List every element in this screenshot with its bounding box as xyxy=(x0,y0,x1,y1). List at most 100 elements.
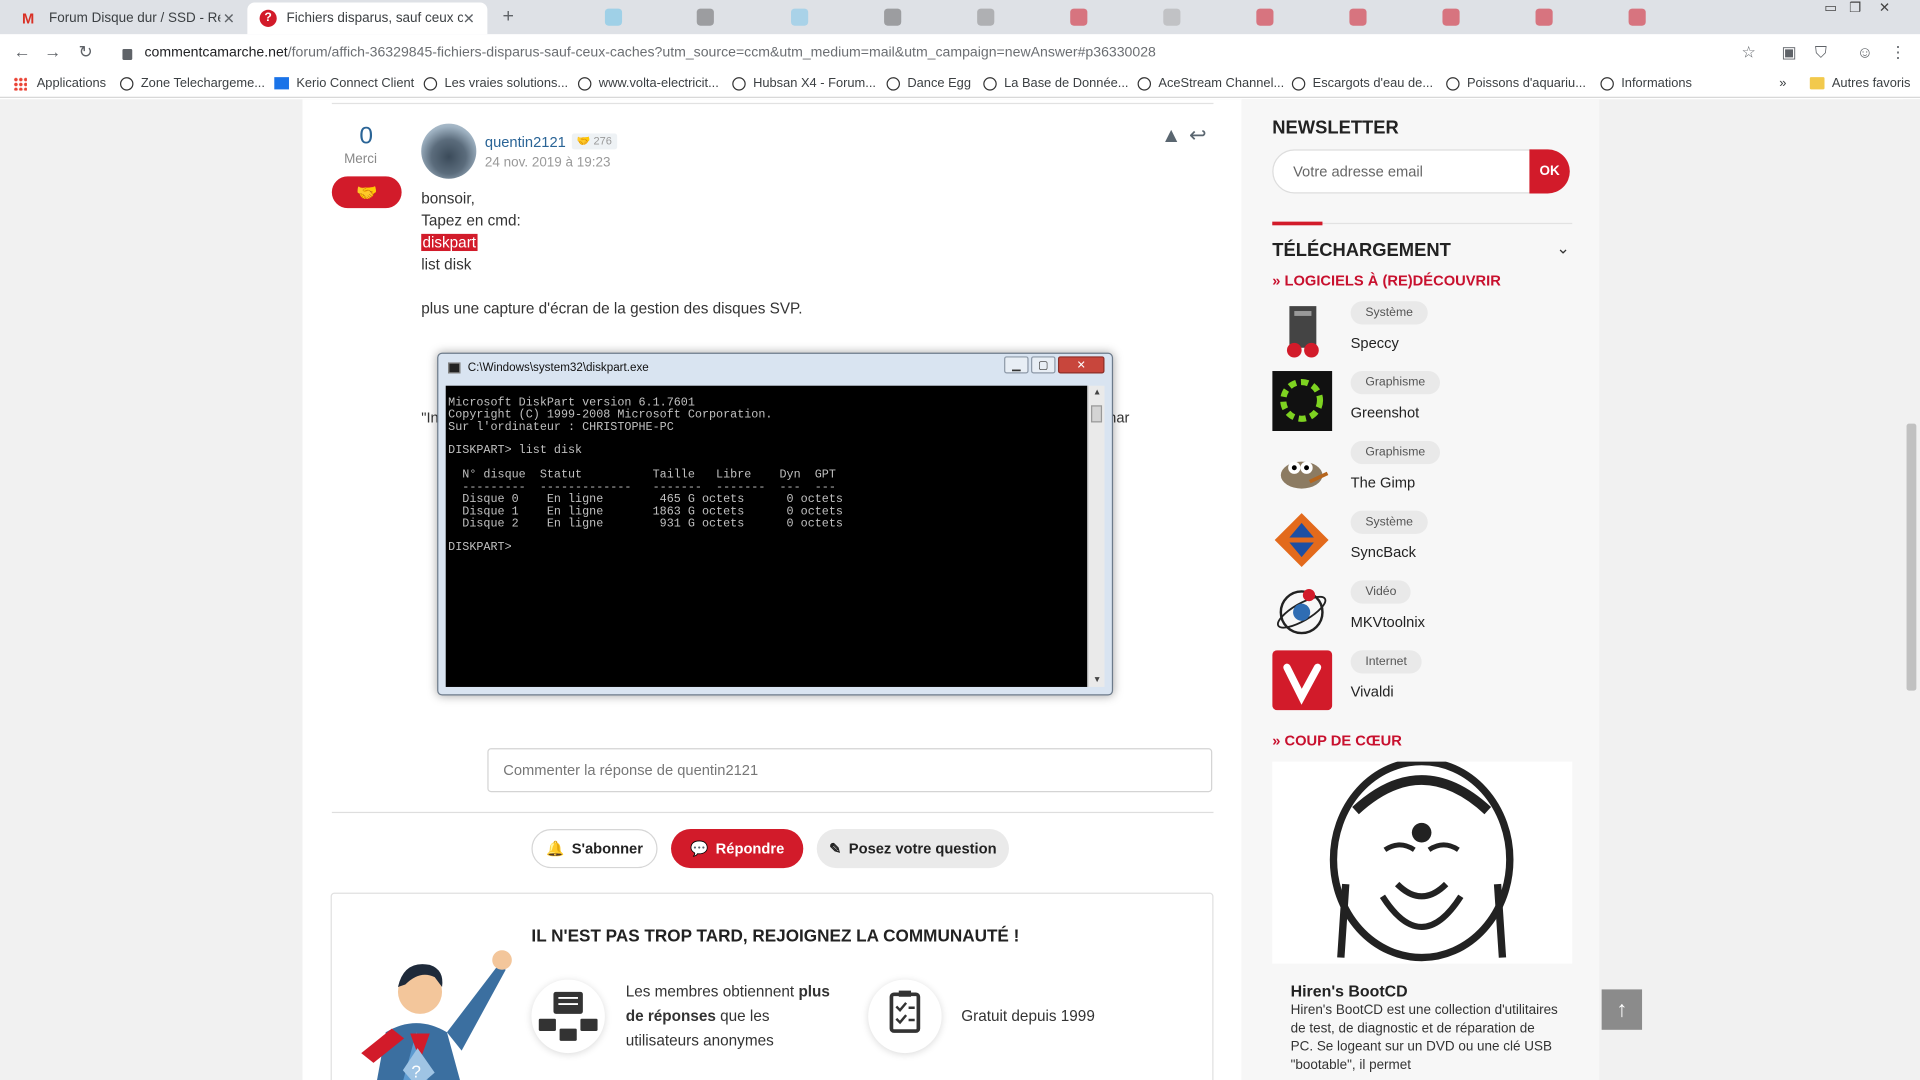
divider xyxy=(331,811,1214,814)
bookmark-item[interactable]: AceStream Channel... xyxy=(1137,76,1284,91)
menu-kebab-icon[interactable]: ⋮ xyxy=(1888,43,1908,63)
bookmark-item[interactable]: Escargots d'eau de... xyxy=(1291,76,1433,91)
globe-icon xyxy=(1137,76,1152,91)
software-item-speccy[interactable]: Système Speccy xyxy=(1272,301,1572,362)
software-item-gimp[interactable]: Graphisme The Gimp xyxy=(1272,440,1572,502)
blurred-tab-icon[interactable] xyxy=(1628,8,1646,26)
newsletter-email-input[interactable]: Votre adresse email xyxy=(1272,149,1532,194)
subscribe-button[interactable]: 🔔 S'abonner xyxy=(531,828,658,869)
software-item-greenshot[interactable]: Graphisme Greenshot xyxy=(1272,371,1572,432)
blurred-tab-icon[interactable] xyxy=(977,8,995,26)
shield-extension-icon[interactable]: ⛉ xyxy=(1811,43,1831,63)
close-window-button[interactable]: ✕ xyxy=(1871,0,1898,17)
bookmark-item[interactable]: Zone Telechargeme... xyxy=(120,76,265,91)
bookmarks-overflow-button[interactable]: » xyxy=(1779,76,1786,91)
bookmark-item[interactable]: www.volta-electricit... xyxy=(577,76,719,91)
newsletter-ok-button[interactable]: OK xyxy=(1529,149,1570,194)
favorite-description: Hiren's BootCD est une collection d'util… xyxy=(1290,1002,1558,1073)
reload-button[interactable]: ↻ xyxy=(75,42,97,63)
minimize-window-button[interactable]: ▭ xyxy=(1817,0,1844,17)
chevron-right-icon: » xyxy=(1779,75,1787,91)
software-name[interactable]: Vivaldi xyxy=(1351,683,1394,700)
respond-button[interactable]: 💬 Répondre xyxy=(671,828,804,869)
tab-forum[interactable]: ? Fichiers disparus, sauf ceux cach ✕ xyxy=(247,2,488,35)
section-label: LOGICIELS À (RE)DÉCOUVRIR xyxy=(1284,271,1501,289)
close-tab-icon[interactable]: ✕ xyxy=(223,10,235,27)
console-minimize-button: ▁ xyxy=(1004,356,1029,374)
tab-title: Fichiers disparus, sauf ceux cach xyxy=(286,11,463,26)
blurred-tab-icon[interactable] xyxy=(604,8,623,26)
bookmark-label: Les vraies solutions... xyxy=(444,75,569,91)
new-tab-button[interactable]: + xyxy=(495,5,522,29)
post-line: bonsoir, xyxy=(421,189,475,207)
software-name[interactable]: Greenshot xyxy=(1351,404,1420,421)
blurred-tab-icon[interactable] xyxy=(884,8,902,26)
bookmark-item[interactable]: Applications xyxy=(13,76,106,91)
blurred-tab-icon[interactable] xyxy=(1535,8,1553,26)
address-bar[interactable]: commentcamarche.net /forum/affich-363298… xyxy=(107,36,1774,69)
section-software-title[interactable]: » LOGICIELS À (RE)DÉCOUVRIR xyxy=(1272,272,1501,289)
blurred-tab-icon[interactable] xyxy=(1349,8,1367,26)
favorite-title[interactable]: Hiren's BootCD xyxy=(1291,982,1408,1000)
bookmark-item[interactable]: Dance Egg xyxy=(886,76,971,91)
comment-input[interactable]: Commenter la réponse de quentin2121 xyxy=(487,748,1213,793)
other-bookmarks-folder[interactable]: Autres favoris xyxy=(1809,76,1910,91)
section-favorite-title[interactable]: » COUP DE CŒUR xyxy=(1272,732,1402,749)
bookmark-item[interactable]: Informations xyxy=(1600,76,1692,91)
forum-content: 0 Merci 🤝 quentin2121 🤝 276 24 nov. 2019… xyxy=(302,99,1242,1080)
blurred-tab-icon[interactable] xyxy=(1442,8,1460,26)
divider xyxy=(331,102,1214,105)
software-name[interactable]: Speccy xyxy=(1351,334,1399,351)
reply-arrow-icon[interactable]: ↩ xyxy=(1189,124,1206,148)
tab-gmail[interactable]: M Forum Disque dur / SSD - Répon ✕ xyxy=(10,2,248,34)
close-tab-icon[interactable]: ✕ xyxy=(463,10,475,27)
chevron-down-icon[interactable]: ⌄ xyxy=(1556,239,1569,259)
page-viewport: 0 Merci 🤝 quentin2121 🤝 276 24 nov. 2019… xyxy=(0,99,1920,1080)
ask-question-button[interactable]: ✎ Posez votre question xyxy=(816,828,1009,869)
post-date: 24 nov. 2019 à 19:23 xyxy=(484,155,611,171)
respond-label: Répondre xyxy=(715,840,785,858)
software-name[interactable]: MKVtoolnix xyxy=(1351,613,1425,630)
console-line: Sur l'ordinateur : CHRISTOPHE-PC xyxy=(448,420,674,434)
scroll-to-top-button[interactable]: ↑ xyxy=(1601,989,1643,1030)
occluded-text-left: "In xyxy=(421,408,439,427)
bookmark-item[interactable]: Les vraies solutions... xyxy=(423,75,569,91)
scrollbar-thumb[interactable] xyxy=(1906,423,1917,691)
bookmark-label: Applications xyxy=(36,75,107,91)
blurred-tab-icon[interactable] xyxy=(1163,8,1181,26)
bookmark-item[interactable]: Poissons d'aquariu... xyxy=(1446,76,1586,91)
blurred-tab-icon[interactable] xyxy=(791,8,809,26)
scroll-down-icon: ▼ xyxy=(1092,675,1102,685)
bookmark-item[interactable]: Hubsan X4 - Forum... xyxy=(732,76,876,91)
report-warning-icon[interactable]: ▲ xyxy=(1161,124,1182,148)
bookmark-item[interactable]: Kerio Connect Client xyxy=(274,76,414,91)
back-button[interactable]: ← xyxy=(11,42,33,62)
software-item-vivaldi[interactable]: Internet Vivaldi xyxy=(1272,650,1572,711)
restore-window-button[interactable]: ❐ xyxy=(1842,0,1869,17)
sidebar: NEWSLETTER Votre adresse email OK TÉLÉCH… xyxy=(1241,99,1600,1080)
bookmark-label: Kerio Connect Client xyxy=(296,75,415,91)
software-name[interactable]: SyncBack xyxy=(1351,544,1416,561)
page-scrollbar[interactable] xyxy=(1902,99,1920,1080)
bookmark-star-icon[interactable]: ☆ xyxy=(1739,43,1759,63)
blurred-tab-icon[interactable] xyxy=(696,8,714,26)
globe-icon xyxy=(577,76,592,91)
bookmark-item[interactable]: La Base de Donnée... xyxy=(983,76,1128,91)
forward-button[interactable]: → xyxy=(42,42,64,62)
download-title: TÉLÉCHARGEMENT xyxy=(1272,240,1451,261)
bookmark-label: Poissons d'aquariu... xyxy=(1466,75,1586,91)
software-item-syncback[interactable]: Système SyncBack xyxy=(1272,510,1572,572)
hirens-bootcd-image[interactable] xyxy=(1272,761,1573,964)
blurred-tab-icon[interactable] xyxy=(1256,8,1274,26)
divider-accent xyxy=(1272,221,1323,226)
blurred-tab-icon[interactable] xyxy=(1070,8,1088,26)
console-title: C:\Windows\system32\diskpart.exe xyxy=(467,361,649,375)
author-link[interactable]: quentin2121 xyxy=(485,133,566,150)
profile-icon[interactable]: ☺ xyxy=(1855,43,1875,63)
console-close-button: ✕ xyxy=(1057,356,1105,374)
avatar[interactable] xyxy=(421,123,477,179)
software-name[interactable]: The Gimp xyxy=(1351,474,1416,491)
thanks-handshake-button[interactable]: 🤝 xyxy=(331,176,402,209)
software-item-mkvtoolnix[interactable]: Vidéo MKVtoolnix xyxy=(1272,580,1572,641)
extension-icon[interactable]: ▣ xyxy=(1779,43,1799,63)
